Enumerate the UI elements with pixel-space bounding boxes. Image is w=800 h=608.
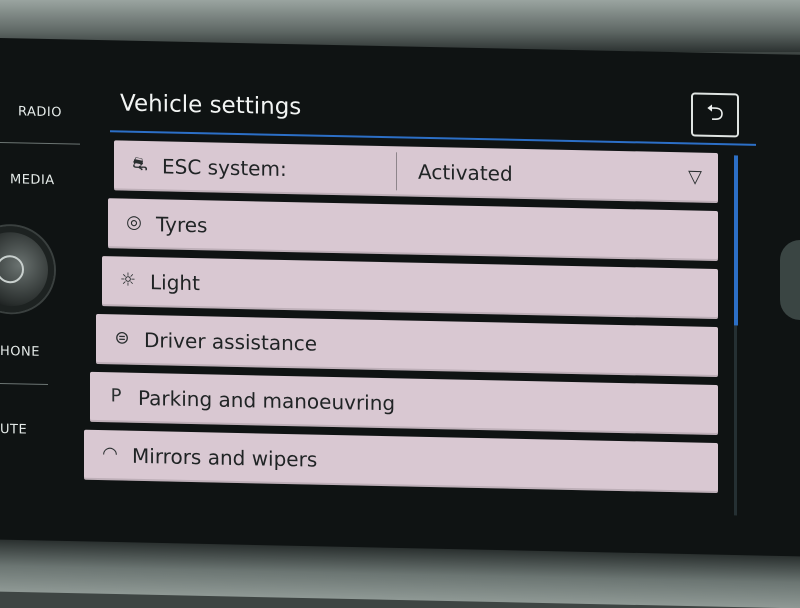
settings-item-driver-assistance[interactable]: ⊜ Driver assistance [96, 314, 718, 378]
back-button[interactable]: ⮌ [691, 92, 739, 138]
row-divider [396, 152, 397, 191]
infotainment-screen: RADIO MEDIA HONE UTE Vehicle settings ⮌ … [0, 38, 800, 575]
settings-item-label: Light [150, 270, 200, 296]
tuning-knob[interactable] [780, 240, 800, 320]
settings-item-label: Tyres [156, 212, 208, 238]
esc-icon: ⛐ [132, 153, 148, 176]
volume-knob[interactable] [0, 225, 54, 314]
settings-item-light[interactable]: ☼ Light [102, 256, 718, 320]
settings-item-label: Mirrors and wipers [132, 443, 318, 472]
radio-button[interactable]: RADIO [18, 104, 62, 120]
tyre-icon: ◎ [126, 211, 142, 233]
parking-icon: P [110, 385, 122, 407]
mute-button[interactable]: UTE [0, 422, 27, 438]
dropdown-caret-icon[interactable]: ▽ [688, 166, 702, 187]
side-divider [0, 383, 48, 386]
settings-item-tyres[interactable]: ◎ Tyres [108, 198, 718, 262]
page-title: Vehicle settings [120, 90, 302, 121]
scrollbar-thumb[interactable] [734, 155, 738, 326]
back-arrow-icon: ⮌ [706, 100, 724, 127]
esc-system-row[interactable]: ⛐ ESC system: Activated ▽ [114, 140, 718, 204]
settings-item-mirrors-wipers[interactable]: ◠ Mirrors and wipers [84, 429, 718, 494]
media-button[interactable]: MEDIA [10, 172, 55, 188]
side-divider [0, 142, 80, 145]
light-icon: ☼ [119, 269, 137, 291]
esc-system-label: ESC system: [162, 154, 287, 182]
wiper-icon: ◠ [102, 443, 118, 465]
settings-item-parking[interactable]: P Parking and manoeuvring [90, 371, 718, 436]
settings-item-label: Parking and manoeuvring [138, 385, 396, 416]
settings-item-label: Driver assistance [144, 328, 318, 356]
driver-assistance-icon: ⊜ [114, 327, 130, 349]
phone-button[interactable]: HONE [0, 344, 40, 360]
esc-system-value[interactable]: Activated [418, 160, 513, 186]
